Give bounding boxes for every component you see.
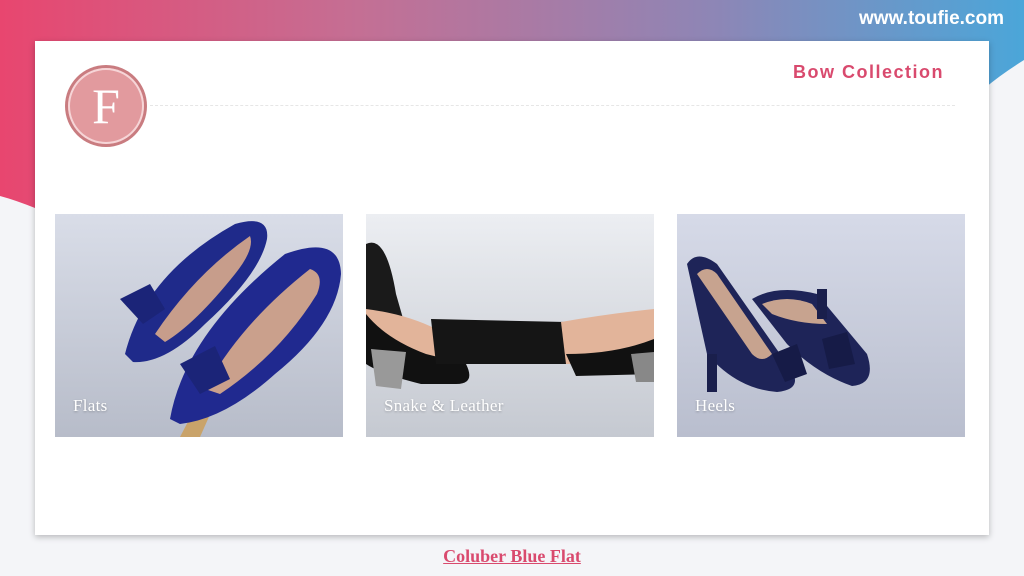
header-divider (150, 105, 955, 106)
category-tile-heels[interactable]: Heels (677, 214, 965, 437)
collection-title: Bow Collection (793, 62, 944, 82)
category-tile-snake-leather[interactable]: Snake & Leather (366, 214, 654, 437)
tile-label-heels: Heels (695, 396, 736, 415)
category-tile-flats[interactable]: Flats (55, 214, 343, 437)
product-link[interactable]: Coluber Blue Flat (0, 546, 1024, 567)
tile-label-flats: Flats (73, 396, 108, 415)
logo-letter: F (92, 78, 120, 134)
brand-logo[interactable]: F (68, 68, 144, 144)
content-card: F Bow Collection Flats Snake & Leather H… (35, 41, 989, 535)
site-url[interactable]: www.toufie.com (859, 8, 1004, 30)
tile-label-snake-leather: Snake & Leather (384, 396, 504, 415)
